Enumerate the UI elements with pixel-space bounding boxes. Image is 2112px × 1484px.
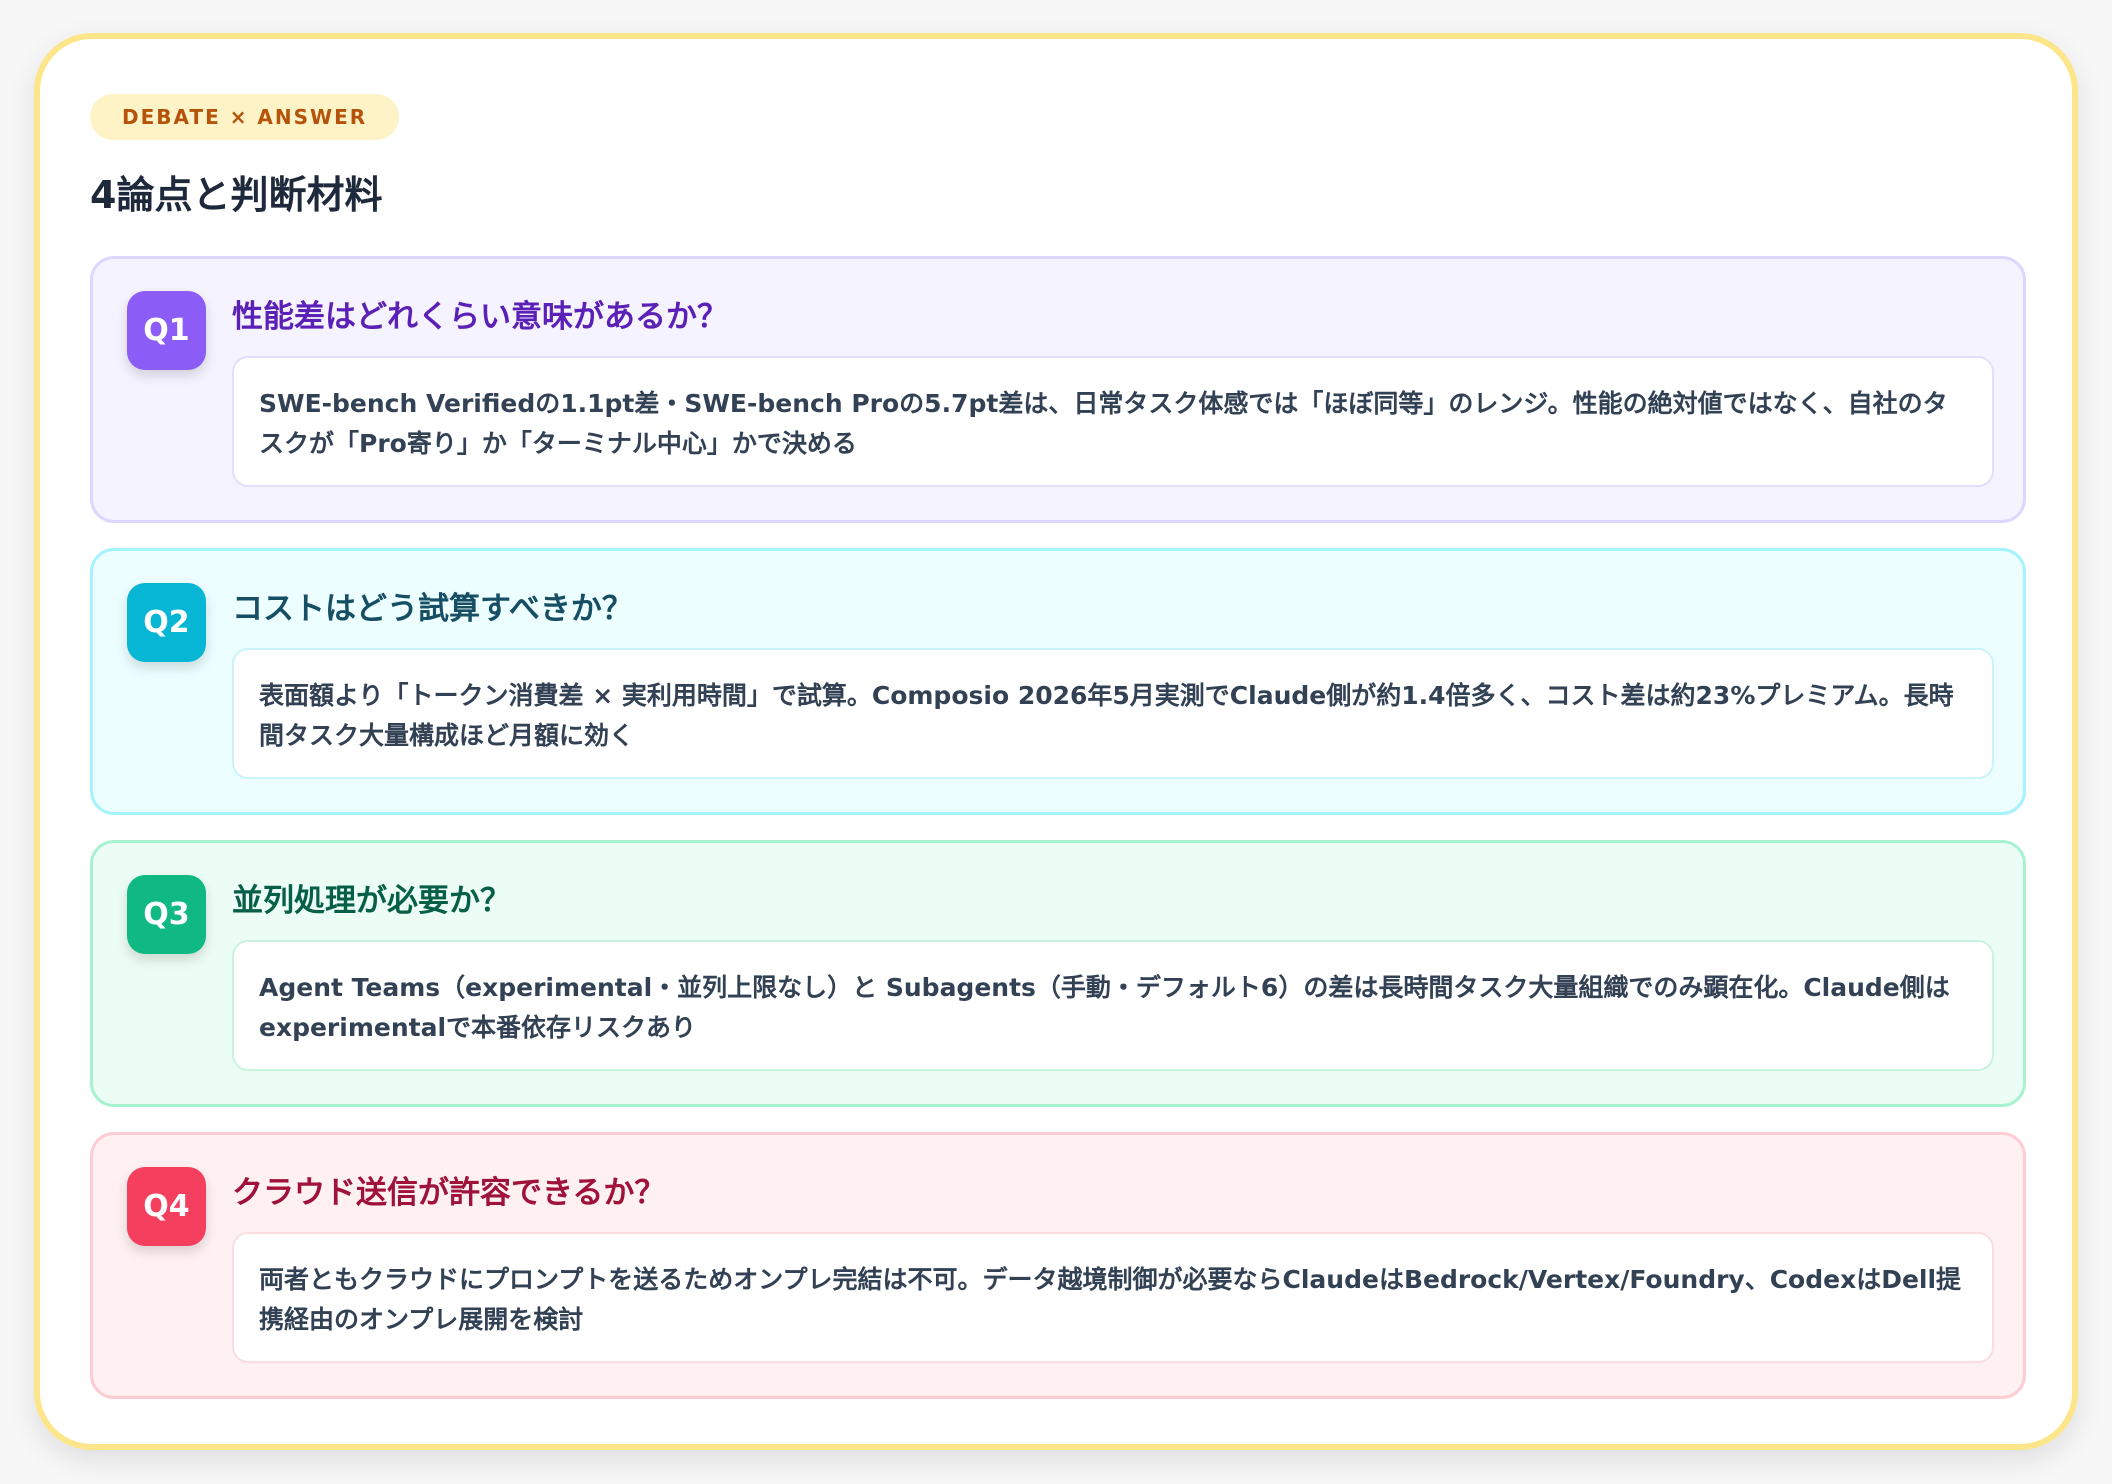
- question-heading: コストはどう試算すべきか？: [232, 591, 633, 627]
- question-block-q2: Q2 コストはどう試算すべきか？ 表面額より「トークン消費差 × 実利用時間」で…: [90, 548, 2026, 815]
- section-badge: DEBATE × ANSWER: [90, 94, 400, 140]
- debate-answer-card: DEBATE × ANSWER 4論点と判断材料 Q1 性能差はどれくらい意味が…: [34, 33, 2078, 1450]
- question-heading: 性能差はどれくらい意味があるか？: [232, 299, 728, 335]
- question-block-q4: Q4 クラウド送信が許容できるか？ 両者ともクラウドにプロンプトを送るためオンプ…: [90, 1132, 2026, 1399]
- answer-box: SWE-bench Verifiedの1.1pt差・SWE-bench Proの…: [232, 356, 1994, 487]
- question-number-badge: Q3: [127, 875, 206, 954]
- page-title: 4論点と判断材料: [90, 173, 383, 217]
- question-heading: 並列処理が必要か？: [232, 883, 511, 919]
- question-block-q3: Q3 並列処理が必要か？ Agent Teams（experimental・並列…: [90, 840, 2026, 1107]
- answer-box: 両者ともクラウドにプロンプトを送るためオンプレ完結は不可。データ越境制御が必要な…: [232, 1232, 1994, 1363]
- question-heading: クラウド送信が許容できるか？: [232, 1175, 666, 1211]
- answer-box: Agent Teams（experimental・並列上限なし）と Subage…: [232, 940, 1994, 1071]
- answer-box: 表面額より「トークン消費差 × 実利用時間」で試算。Composio 2026年…: [232, 648, 1994, 779]
- question-number-badge: Q2: [127, 583, 206, 662]
- question-number-badge: Q4: [127, 1167, 206, 1246]
- question-block-q1: Q1 性能差はどれくらい意味があるか？ SWE-bench Verifiedの1…: [90, 256, 2026, 523]
- question-number-badge: Q1: [127, 291, 206, 370]
